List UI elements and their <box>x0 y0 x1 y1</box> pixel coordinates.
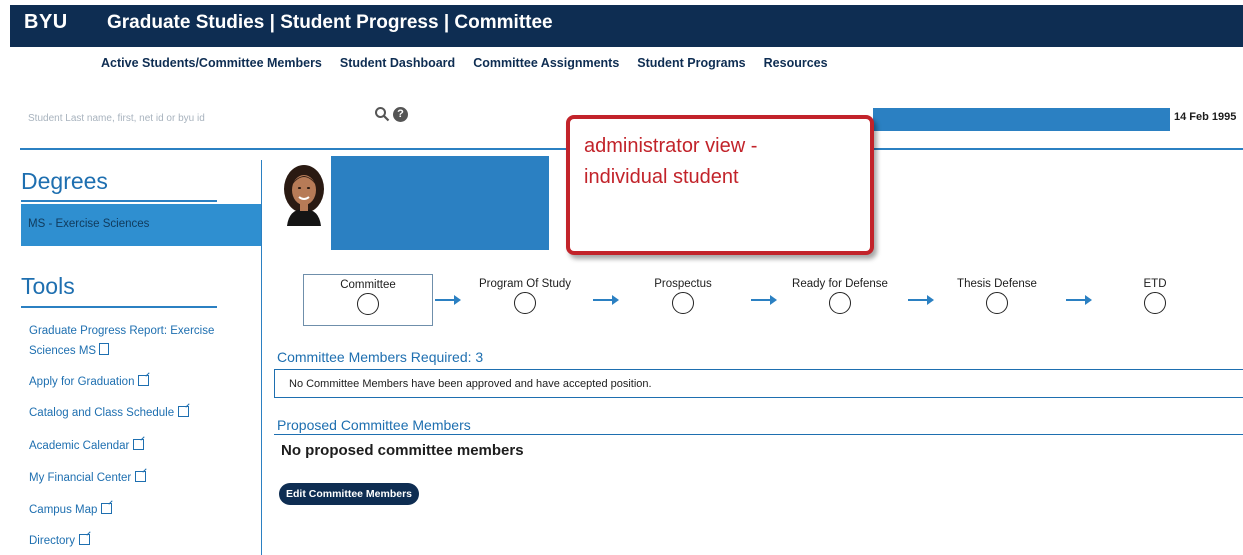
search-icon[interactable] <box>374 106 390 122</box>
step-label: Thesis Defense <box>957 278 1037 290</box>
tool-link-label: Campus Map <box>29 504 98 516</box>
redacted-student-info <box>873 108 1170 131</box>
app-title: Graduate Studies | Student Progress | Co… <box>107 12 553 33</box>
external-link-icon <box>138 375 150 386</box>
degree-item-ms-exercise-sciences[interactable]: MS - Exercise Sciences <box>21 204 261 246</box>
step-label: Prospectus <box>654 278 712 290</box>
tool-link-campus-map[interactable]: Campus Map <box>29 500 229 520</box>
tool-link-directory[interactable]: Directory <box>29 531 229 551</box>
arrow-right-icon <box>593 295 619 305</box>
arrow-right-icon <box>751 295 777 305</box>
tool-link-progress-report[interactable]: Graduate Progress Report: Exercise Scien… <box>29 321 229 361</box>
arrow-right-icon <box>435 295 461 305</box>
step-ready-for-defense[interactable]: Ready for Defense <box>775 274 905 326</box>
edit-committee-members-button[interactable]: Edit Committee Members <box>279 483 420 505</box>
step-label: Ready for Defense <box>792 278 888 290</box>
step-label: ETD <box>1143 278 1167 290</box>
step-status-circle-icon <box>986 292 1008 314</box>
step-status-circle-icon <box>1144 292 1166 314</box>
committee-status-message: No Committee Members have been approved … <box>289 378 652 390</box>
step-status-circle-icon <box>357 293 379 315</box>
proposed-members-empty: No proposed committee members <box>281 442 524 459</box>
tool-link-label: My Financial Center <box>29 472 132 484</box>
external-link-icon <box>133 439 145 450</box>
sidebar-divider <box>261 160 262 555</box>
committee-status-box: No Committee Members have been approved … <box>274 369 1243 398</box>
external-link-icon <box>101 503 113 514</box>
tool-link-financial-center[interactable]: My Financial Center <box>29 468 229 488</box>
tool-link-label: Graduate Progress Report: Exercise Scien… <box>29 325 215 357</box>
tool-link-label: Catalog and Class Schedule <box>29 407 175 419</box>
nav-resources[interactable]: Resources <box>764 56 828 74</box>
step-prospectus[interactable]: Prospectus <box>618 274 748 326</box>
student-date: 14 Feb 1995 <box>1174 111 1237 123</box>
tool-link-label: Academic Calendar <box>29 440 130 452</box>
annotation-text: administrator view - individual student <box>584 135 758 188</box>
step-status-circle-icon <box>829 292 851 314</box>
step-committee[interactable]: Committee <box>303 274 433 326</box>
question-icon[interactable]: ? <box>393 107 408 122</box>
nav-student-programs[interactable]: Student Programs <box>637 56 745 74</box>
tools-heading: Tools <box>21 273 75 299</box>
step-label: Program Of Study <box>478 278 572 290</box>
redacted-student-name <box>331 156 549 250</box>
nav-committee-assignments[interactable]: Committee Assignments <box>473 56 619 74</box>
tool-link-label: Directory <box>29 535 76 547</box>
degrees-rule <box>21 200 217 202</box>
arrow-right-icon <box>908 295 934 305</box>
committee-required-heading: Committee Members Required: 3 <box>277 349 484 365</box>
annotation-callout: administrator view - individual student <box>566 115 874 255</box>
pdf-icon <box>99 343 110 355</box>
external-link-icon <box>178 406 190 417</box>
top-header-bar: BYU Graduate Studies | Student Progress … <box>10 5 1243 47</box>
nav-student-dashboard[interactable]: Student Dashboard <box>340 56 455 74</box>
step-status-circle-icon <box>672 292 694 314</box>
degrees-heading: Degrees <box>21 168 108 194</box>
tool-link-academic-calendar[interactable]: Academic Calendar <box>29 436 229 456</box>
proposed-members-rule <box>274 434 1243 435</box>
tool-link-catalog[interactable]: Catalog and Class Schedule <box>29 403 229 423</box>
student-search-input[interactable] <box>26 108 360 128</box>
external-link-icon <box>79 534 91 545</box>
external-link-icon <box>135 471 147 482</box>
step-status-circle-icon <box>514 292 536 314</box>
main-nav: Active Students/Committee Members Studen… <box>101 56 828 74</box>
arrow-right-icon <box>1066 295 1092 305</box>
degree-label: MS - Exercise Sciences <box>28 218 150 230</box>
student-photo <box>279 163 329 226</box>
tools-rule <box>21 306 217 308</box>
step-program-of-study[interactable]: Program Of Study <box>460 274 590 326</box>
byu-logo[interactable]: BYU <box>24 11 68 34</box>
step-etd[interactable]: ETD <box>1090 274 1220 326</box>
step-thesis-defense[interactable]: Thesis Defense <box>932 274 1062 326</box>
step-label: Committee <box>340 279 396 291</box>
nav-active-students[interactable]: Active Students/Committee Members <box>101 56 322 74</box>
tool-link-apply-graduation[interactable]: Apply for Graduation <box>29 372 229 392</box>
proposed-members-heading: Proposed Committee Members <box>277 417 471 433</box>
tool-link-label: Apply for Graduation <box>29 376 135 388</box>
